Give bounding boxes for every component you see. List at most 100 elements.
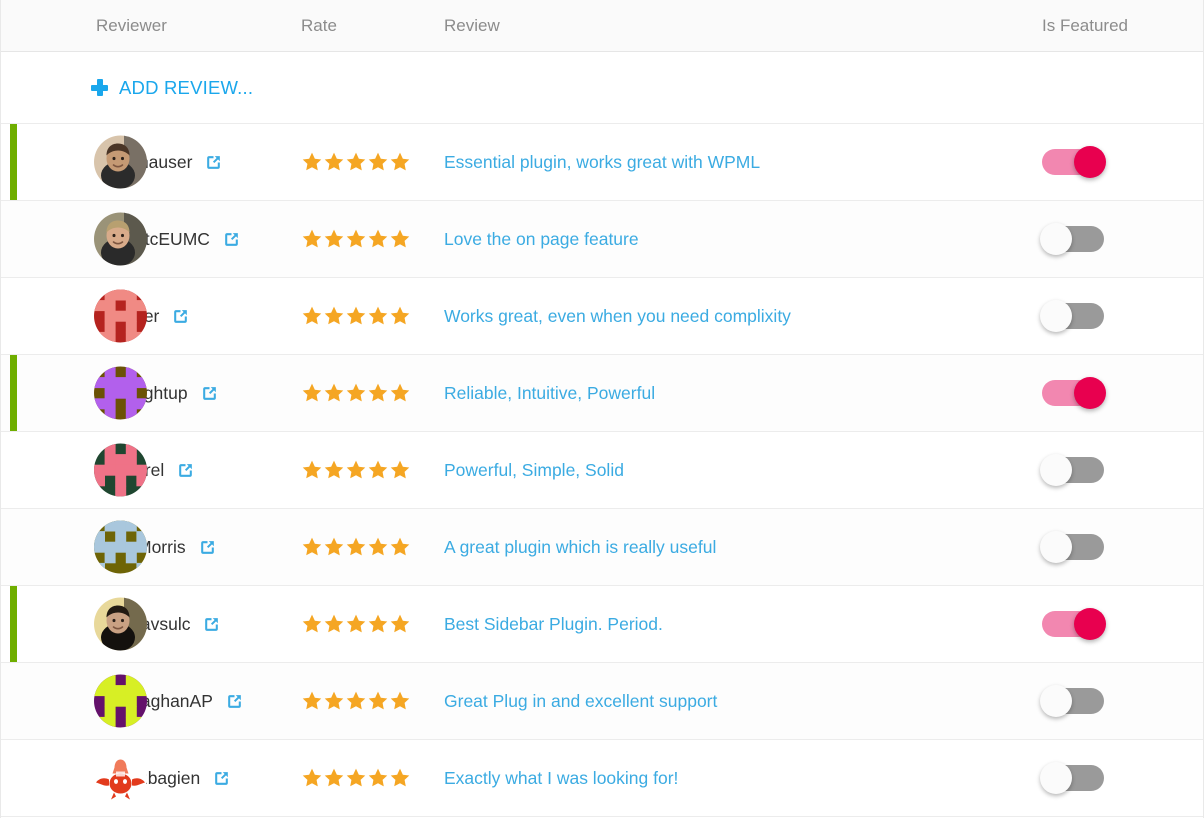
toggle-knob (1040, 454, 1072, 486)
external-link-icon[interactable] (222, 230, 241, 249)
cell-reviewer: barbstcEUMC (1, 229, 301, 250)
toggle-knob (1074, 146, 1106, 178)
toggle-knob (1074, 377, 1106, 409)
cell-is-featured (1042, 303, 1203, 329)
review-title-link[interactable]: Great Plug in and excellent support (444, 691, 717, 711)
table-row: sennhauser Essential plugin, works great … (1, 124, 1203, 201)
cell-reviewer: delaner (1, 306, 301, 327)
review-title-link[interactable]: Essential plugin, works great with WPML (444, 152, 760, 172)
toggle-knob (1040, 531, 1072, 563)
review-title-link[interactable]: Reliable, Intuitive, Powerful (444, 383, 655, 403)
cell-review: Works great, even when you need complixi… (444, 306, 1042, 327)
avatar (94, 752, 147, 805)
cell-rate (301, 151, 444, 173)
column-header-reviewer: Reviewer (1, 16, 301, 36)
cell-reviewer: sennhauser (1, 152, 301, 173)
cell-review: Essential plugin, works great with WPML (444, 152, 1042, 173)
cell-is-featured (1042, 534, 1203, 560)
add-review-label: ADD REVIEW... (119, 77, 253, 99)
review-title-link[interactable]: Powerful, Simple, Solid (444, 460, 624, 480)
star-rating[interactable] (301, 690, 411, 712)
cell-review: Great Plug in and excellent support (444, 691, 1042, 712)
cell-is-featured (1042, 149, 1203, 175)
is-featured-toggle[interactable] (1042, 611, 1104, 637)
cell-review: Best Sidebar Plugin. Period. (444, 614, 1042, 635)
star-rating[interactable] (301, 767, 411, 789)
cell-review: Reliable, Intuitive, Powerful (444, 383, 1042, 404)
avatar (94, 521, 147, 574)
cell-is-featured (1042, 688, 1203, 714)
is-featured-toggle[interactable] (1042, 534, 1104, 560)
review-title-link[interactable]: Best Sidebar Plugin. Period. (444, 614, 663, 634)
cell-rate (301, 690, 444, 712)
cell-reviewer: mongrel (1, 460, 301, 481)
avatar (94, 444, 147, 497)
star-rating[interactable] (301, 305, 411, 327)
is-featured-toggle[interactable] (1042, 688, 1104, 714)
column-header-is-featured: Is Featured (1042, 16, 1203, 36)
external-link-icon[interactable] (171, 307, 190, 326)
external-link-icon[interactable] (200, 384, 219, 403)
cell-reviewer: stefazbagien (1, 768, 301, 789)
cell-rate (301, 382, 444, 404)
cell-is-featured (1042, 611, 1203, 637)
table-row: steprightupReliable, Intuitive, Powerful (1, 355, 1203, 432)
table-row: Bob MorrisA great plugin which is really… (1, 509, 1203, 586)
avatar (94, 213, 147, 266)
external-link-icon[interactable] (176, 461, 195, 480)
cell-review: A great plugin which is really useful (444, 537, 1042, 558)
review-title-link[interactable]: Love the on page feature (444, 229, 639, 249)
review-title-link[interactable]: A great plugin which is really useful (444, 537, 716, 557)
cell-is-featured (1042, 380, 1203, 406)
external-link-icon[interactable] (204, 153, 223, 172)
avatar (94, 598, 147, 651)
star-rating[interactable] (301, 536, 411, 558)
cell-rate (301, 613, 444, 635)
review-title-link[interactable]: Exactly what I was looking for! (444, 768, 678, 788)
cell-review: Love the on page feature (444, 229, 1042, 250)
cell-review: Exactly what I was looking for! (444, 768, 1042, 789)
is-featured-toggle[interactable] (1042, 765, 1104, 791)
reviews-table: Reviewer Rate Review Is Featured ADD REV… (0, 0, 1204, 818)
column-header-rate: Rate (301, 16, 444, 36)
is-featured-toggle[interactable] (1042, 457, 1104, 483)
cell-reviewer: ladislavsulc (1, 614, 301, 635)
cell-rate (301, 536, 444, 558)
is-featured-toggle[interactable] (1042, 149, 1104, 175)
cell-rate (301, 305, 444, 327)
star-rating[interactable] (301, 151, 411, 173)
add-review-row: ADD REVIEW... (1, 52, 1203, 124)
avatar (94, 367, 147, 420)
star-rating[interactable] (301, 459, 411, 481)
external-link-icon[interactable] (225, 692, 244, 711)
toggle-knob (1074, 608, 1106, 640)
star-rating[interactable] (301, 613, 411, 635)
is-featured-toggle[interactable] (1042, 380, 1104, 406)
external-link-icon[interactable] (202, 615, 221, 634)
table-row: MurnaghanAP Great Plug in and excellent s… (1, 663, 1203, 740)
table-row: ladislavsulc Best Sidebar Plugin. Period. (1, 586, 1203, 663)
table-row: barbstcEUMC Love the on page feature (1, 201, 1203, 278)
table-row: delaner Works great, even when you need c… (1, 278, 1203, 355)
table-row: stefazbagien Exactly what I was looking f… (1, 740, 1203, 817)
review-title-link[interactable]: Works great, even when you need complixi… (444, 306, 791, 326)
cell-is-featured (1042, 226, 1203, 252)
is-featured-toggle[interactable] (1042, 303, 1104, 329)
star-rating[interactable] (301, 228, 411, 250)
is-featured-toggle[interactable] (1042, 226, 1104, 252)
column-header-review: Review (444, 16, 1042, 36)
star-rating[interactable] (301, 382, 411, 404)
cell-review: Powerful, Simple, Solid (444, 460, 1042, 481)
add-review-button[interactable]: ADD REVIEW... (91, 77, 253, 99)
cell-rate (301, 767, 444, 789)
toggle-knob (1040, 685, 1072, 717)
cell-reviewer: MurnaghanAP (1, 691, 301, 712)
table-header-row: Reviewer Rate Review Is Featured (1, 0, 1203, 52)
toggle-knob (1040, 223, 1072, 255)
external-link-icon[interactable] (198, 538, 217, 557)
table-body: sennhauser Essential plugin, works great … (1, 124, 1203, 817)
toggle-knob (1040, 762, 1072, 794)
plus-icon (91, 79, 108, 96)
external-link-icon[interactable] (212, 769, 231, 788)
table-row: mongrel Powerful, Simple, Solid (1, 432, 1203, 509)
